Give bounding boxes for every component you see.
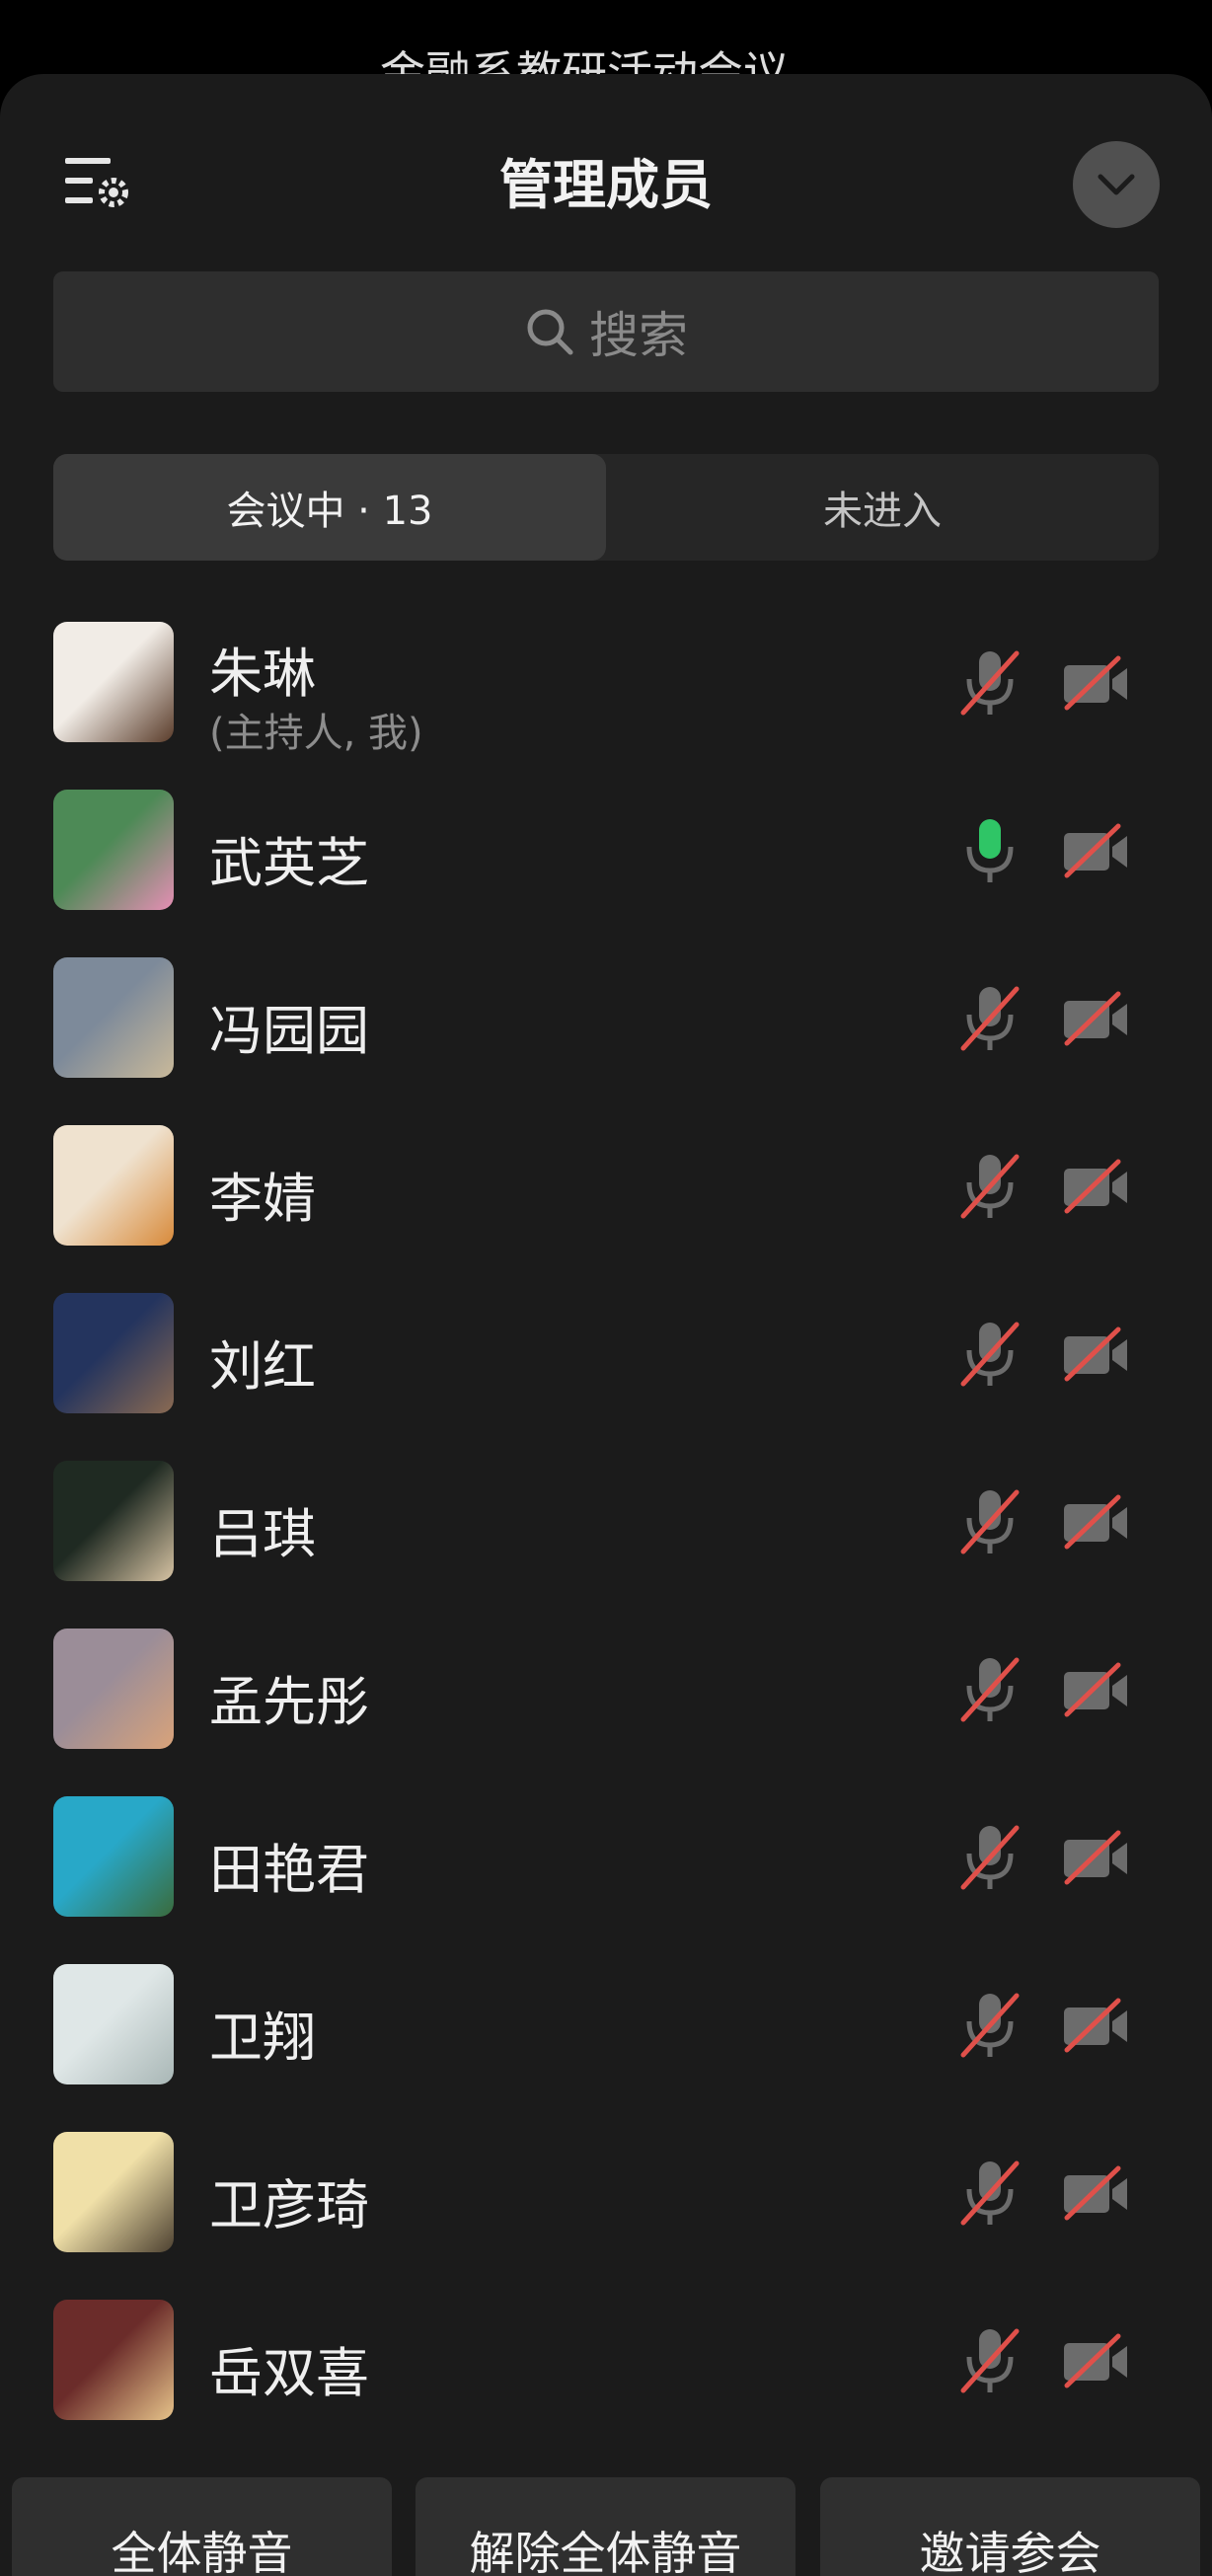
tab-not-joined[interactable]: 未进入 [606,454,1159,561]
microphone-muted-icon[interactable] [957,1822,1023,1893]
member-name: 朱琳 [209,643,316,705]
member-list: 朱琳 (主持人, 我) 武英芝冯园园李婧刘红吕琪孟先彤田艳君卫翔卫彦琦岳双喜 [0,602,1212,2448]
avatar [53,1461,174,1581]
camera-off-icon[interactable] [1061,2333,1130,2388]
member-row[interactable]: 武英芝 [0,770,1212,938]
member-name: 卫彦琦 [209,2174,369,2236]
sheet-header: 管理成员 [0,74,1212,228]
camera-off-icon[interactable] [1061,1662,1130,1717]
tab-in-meeting[interactable]: 会议中 · 13 [53,454,606,561]
avatar [53,1796,174,1917]
search-placeholder: 搜索 [589,307,688,364]
camera-off-icon[interactable] [1061,1326,1130,1382]
avatar [53,622,174,742]
invite-button[interactable]: 邀请参会 [820,2477,1200,2576]
microphone-muted-icon[interactable] [957,1486,1023,1557]
member-name: 岳双喜 [209,2342,369,2404]
camera-off-icon[interactable] [1061,1494,1130,1550]
camera-off-icon[interactable] [1061,991,1130,1046]
microphone-muted-icon[interactable] [957,1151,1023,1222]
unmute-all-button[interactable]: 解除全体静音 [416,2477,795,2576]
member-row[interactable]: 李婧 [0,1105,1212,1273]
microphone-muted-icon[interactable] [957,2325,1023,2396]
avatar [53,1964,174,2084]
member-row[interactable]: 吕琪 [0,1441,1212,1609]
member-name: 冯园园 [209,1000,369,1062]
member-row[interactable]: 孟先彤 [0,1609,1212,1777]
microphone-muted-icon[interactable] [957,1990,1023,2061]
member-name: 田艳君 [209,1839,369,1901]
camera-off-icon[interactable] [1061,1159,1130,1214]
microphone-muted-icon[interactable] [957,1319,1023,1390]
avatar [53,1629,174,1749]
collapse-sheet-button[interactable] [1073,141,1160,228]
camera-off-icon[interactable] [1061,1998,1130,2053]
member-name: 吕琪 [209,1503,316,1565]
member-row[interactable]: 卫翔 [0,1944,1212,2112]
microphone-muted-icon[interactable] [957,647,1023,719]
member-search-input[interactable]: 搜索 [53,271,1159,392]
camera-off-icon[interactable] [1061,1830,1130,1885]
member-name: 孟先彤 [209,1671,369,1733]
member-tabs: 会议中 · 13 未进入 [53,454,1159,561]
avatar [53,1293,174,1413]
avatar [53,790,174,910]
camera-off-icon[interactable] [1061,2165,1130,2221]
avatar [53,2300,174,2420]
member-role: (主持人, 我) [209,711,423,756]
member-row[interactable]: 田艳君 [0,1777,1212,1944]
manage-members-sheet: 管理成员 搜索 会议中 · 13 未进入 朱琳 (主持人, 我) 武英芝冯园园李婧刘… [0,74,1212,2576]
member-row[interactable]: 朱琳 (主持人, 我) [0,602,1212,770]
sheet-title: 管理成员 [499,154,713,216]
member-name: 刘红 [209,1335,316,1398]
bottom-action-bar: 全体静音 解除全体静音 邀请参会 [0,2448,1212,2576]
camera-off-icon[interactable] [1061,823,1130,878]
member-row[interactable]: 冯园园 [0,938,1212,1105]
avatar [53,2132,174,2252]
camera-off-icon[interactable] [1061,655,1130,711]
microphone-muted-icon[interactable] [957,2158,1023,2229]
microphone-muted-icon[interactable] [957,1654,1023,1725]
avatar [53,957,174,1078]
member-name: 卫翔 [209,2007,316,2069]
member-row[interactable]: 卫彦琦 [0,2112,1212,2280]
member-name: 武英芝 [209,832,369,894]
microphone-on-icon[interactable] [957,815,1023,886]
search-icon [527,309,573,355]
member-row[interactable]: 岳双喜 [0,2280,1212,2448]
member-name: 李婧 [209,1168,316,1230]
member-row[interactable]: 刘红 [0,1273,1212,1441]
chevron-down-icon [1098,174,1135,195]
avatar [53,1125,174,1246]
microphone-muted-icon[interactable] [957,983,1023,1054]
mute-all-button[interactable]: 全体静音 [12,2477,392,2576]
